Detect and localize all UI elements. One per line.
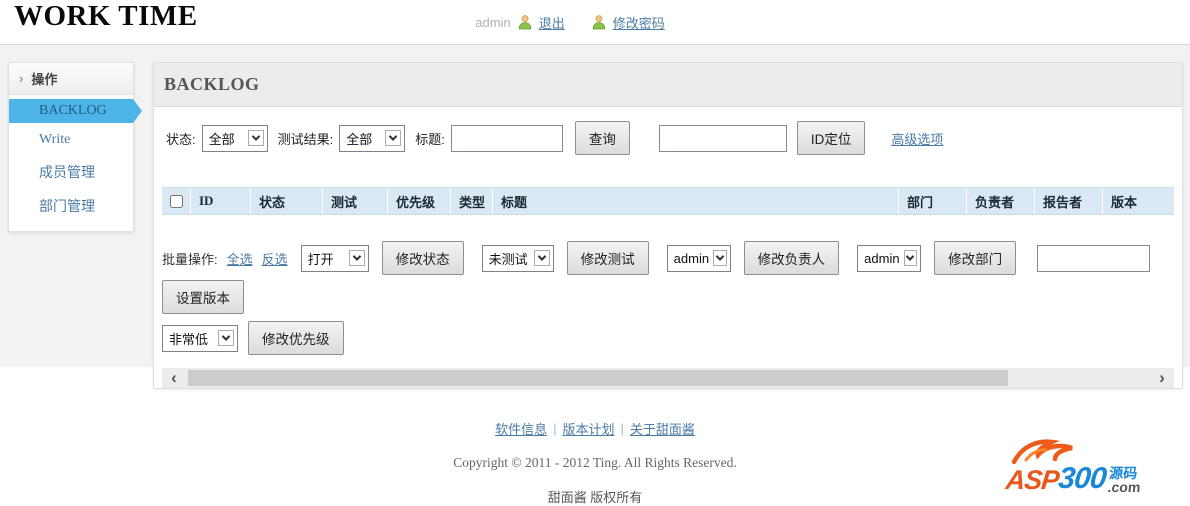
- batch-test-value: 未测试: [488, 251, 528, 267]
- change-priority-button[interactable]: 修改优先级: [248, 321, 344, 355]
- status-filter-value: 全部: [208, 131, 235, 147]
- flame-icon: [1012, 439, 1073, 464]
- sidebar-item-backlog[interactable]: BACKLOG: [9, 99, 133, 123]
- version-input[interactable]: [1037, 244, 1151, 272]
- column-header-title: 标题: [492, 188, 898, 214]
- horizontal-scrollbar[interactable]: ‹ ›: [162, 368, 1174, 388]
- column-header-reporter: 报告者: [1034, 188, 1102, 214]
- user-icon: [517, 14, 533, 30]
- select-all-checkbox[interactable]: [169, 194, 183, 208]
- column-header-type: 类型: [450, 188, 492, 214]
- separator: |: [620, 421, 624, 436]
- column-header-id: ID: [190, 188, 250, 214]
- sidebar-item-write[interactable]: Write: [9, 127, 133, 153]
- column-header-status: 状态: [250, 188, 322, 214]
- sidebar-section-title: 操作: [31, 72, 58, 87]
- id-input[interactable]: [658, 124, 787, 152]
- chevron-down-icon: [348, 250, 365, 266]
- scrollbar-thumb[interactable]: [188, 370, 1008, 386]
- priority-value: 非常低: [169, 331, 209, 347]
- page-body: › 操作 BACKLOG Write 成员管理 部门管理 BACKLOG 状态:…: [0, 45, 1190, 389]
- user-area: admin 退出 修改密码: [0, 0, 1165, 44]
- column-header-owner: 负责者: [966, 188, 1034, 214]
- chevron-down-icon: [903, 250, 918, 266]
- user-icon: [591, 14, 607, 30]
- select-all-link[interactable]: 全选: [227, 249, 253, 268]
- column-header-priority: 优先级: [387, 188, 450, 214]
- advanced-options-link[interactable]: 高级选项: [891, 129, 943, 148]
- chevron-down-icon: [385, 130, 402, 146]
- batch-operations-label: 批量操作:: [162, 251, 218, 267]
- content-panel: BACKLOG 状态: 全部 测试结果: 全部 标题: 查询 ID定位 高级选项: [153, 62, 1183, 389]
- sidebar: › 操作 BACKLOG Write 成员管理 部门管理: [8, 62, 134, 232]
- batch-status-value: 打开: [307, 251, 334, 267]
- batch-status-select[interactable]: 打开: [300, 244, 369, 272]
- change-owner-button[interactable]: 修改负责人: [743, 241, 840, 275]
- status-filter-label: 状态:: [166, 131, 196, 147]
- invert-selection-link[interactable]: 反选: [262, 249, 288, 268]
- watermark-300-text: 300: [1056, 462, 1108, 495]
- watermark-cn-text: 源码: [1108, 465, 1139, 481]
- sidebar-item-departments[interactable]: 部门管理: [9, 191, 133, 221]
- change-dept-button[interactable]: 修改部门: [934, 241, 1017, 275]
- chevron-down-icon: [533, 250, 550, 266]
- set-version-button[interactable]: 设置版本: [162, 280, 244, 314]
- batch-owner-value: admin: [673, 250, 710, 266]
- chevron-down-icon: [713, 250, 727, 266]
- watermark-asp-text: ASP: [1004, 465, 1061, 495]
- change-status-button[interactable]: 修改状态: [381, 241, 464, 275]
- sidebar-section-header[interactable]: › 操作: [9, 63, 133, 95]
- sidebar-item-members[interactable]: 成员管理: [9, 157, 133, 187]
- table-header-row: ID 状态 测试 优先级 类型 标题 部门 负责者 报告者 版本: [162, 187, 1174, 215]
- footer-links: 软件信息 | 版本计划 | 关于甜面酱: [495, 419, 695, 438]
- separator: |: [553, 421, 557, 436]
- batch-test-select[interactable]: 未测试: [481, 244, 554, 272]
- column-header-department: 部门: [898, 188, 966, 214]
- test-result-filter-label: 测试结果:: [277, 131, 334, 147]
- page-title: BACKLOG: [154, 63, 1182, 107]
- chevron-right-icon: ›: [19, 71, 24, 86]
- status-filter-select[interactable]: 全部: [201, 124, 268, 152]
- batch-row-2: 设置版本: [162, 280, 1174, 314]
- chevron-down-icon: [247, 130, 264, 146]
- priority-select[interactable]: 非常低: [162, 324, 238, 352]
- scroll-left-arrow-icon[interactable]: ‹: [162, 368, 186, 388]
- batch-dept-select[interactable]: admin: [857, 244, 922, 272]
- logout-link[interactable]: 退出: [539, 13, 565, 32]
- test-result-filter-value: 全部: [346, 131, 373, 147]
- title-search-input[interactable]: [450, 124, 563, 152]
- chevron-down-icon: [218, 330, 234, 346]
- top-bar: WORK TIME admin 退出 修改密码: [0, 0, 1190, 45]
- column-header-test: 测试: [322, 188, 387, 214]
- asp300-watermark: ASP 300 源码 .com: [1004, 439, 1182, 496]
- batch-dept-value: admin: [864, 250, 900, 266]
- username-label: admin: [475, 14, 511, 30]
- column-header-version: 版本: [1102, 188, 1174, 214]
- search-button[interactable]: 查询: [574, 121, 630, 155]
- scroll-right-arrow-icon[interactable]: ›: [1150, 368, 1174, 388]
- change-test-button[interactable]: 修改测试: [566, 241, 649, 275]
- software-info-link[interactable]: 软件信息: [495, 419, 547, 438]
- watermark-com-text: .com: [1106, 479, 1142, 495]
- id-locate-button[interactable]: ID定位: [796, 121, 866, 155]
- batch-owner-select[interactable]: admin: [666, 244, 731, 272]
- about-link[interactable]: 关于甜面酱: [630, 419, 695, 438]
- filter-bar: 状态: 全部 测试结果: 全部 标题: 查询 ID定位 高级选项: [154, 107, 1182, 168]
- change-password-link[interactable]: 修改密码: [613, 13, 665, 32]
- batch-operations-bar: 批量操作: 全选 反选 打开 修改状态 未测试 修改测试 admin 修改负责人…: [162, 241, 1174, 275]
- version-plan-link[interactable]: 版本计划: [562, 419, 614, 438]
- test-result-filter-select[interactable]: 全部: [339, 124, 406, 152]
- batch-row-3: 非常低 修改优先级: [162, 321, 1174, 355]
- select-all-cell: [162, 188, 190, 214]
- title-filter-label: 标题:: [415, 131, 445, 147]
